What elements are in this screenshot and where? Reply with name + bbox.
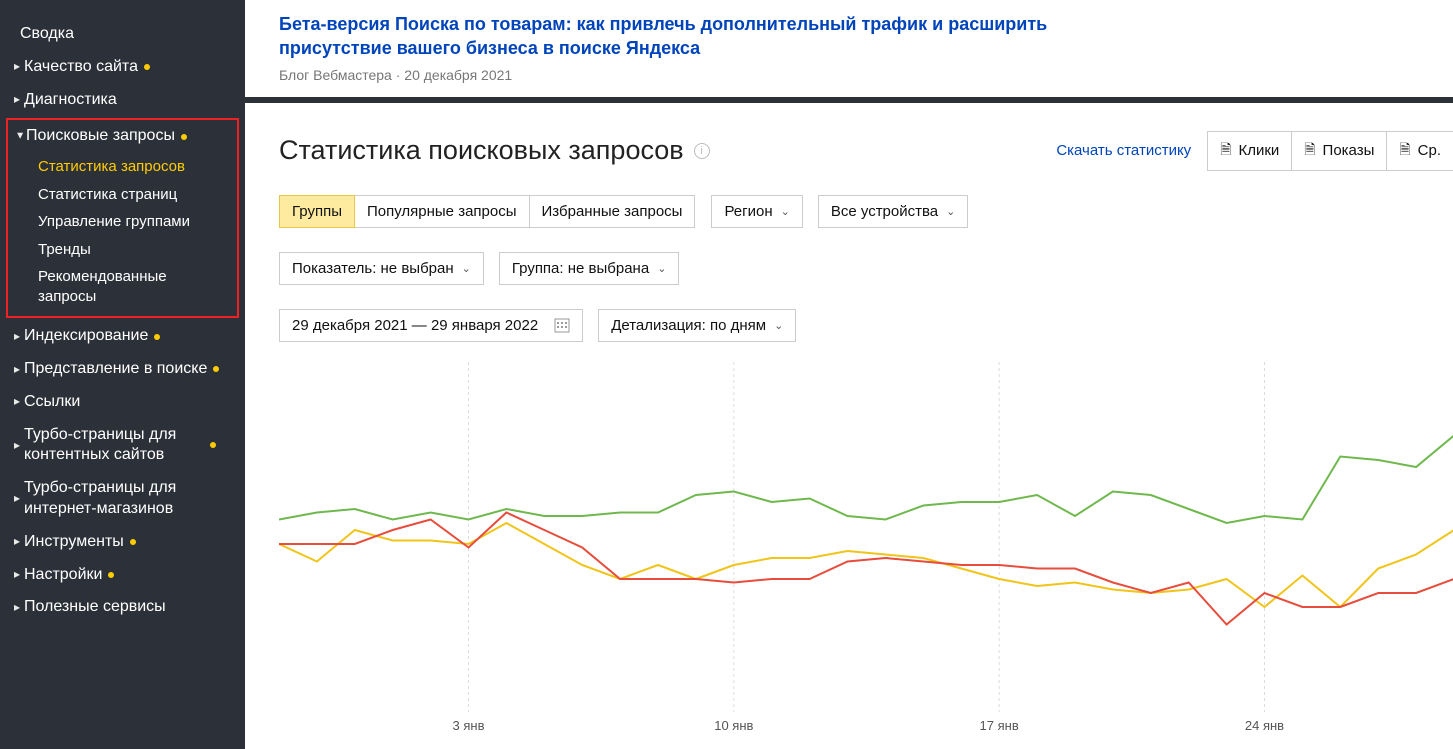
export-avg-button[interactable]: 🗎 Ср. <box>1386 131 1453 171</box>
document-icon: 🗎 <box>1304 139 1315 163</box>
banner-title: Бета-версия Поиска по товарам: как привл… <box>279 12 1109 61</box>
status-dot-icon <box>108 572 114 578</box>
query-tabs: Группы Популярные запросы Избранные запр… <box>279 195 695 228</box>
sidebar: Сводка ▸ Качество сайта ▸ Диагностика ▸ … <box>0 0 245 749</box>
chart-x-axis: 3 янв 10 янв 17 янв 24 янв <box>279 712 1453 742</box>
sidebar-item-turbo-ecom[interactable]: ▸ Турбо-страницы для интернет-магазинов <box>0 472 245 526</box>
sidebar-sub-recommended[interactable]: Рекомендованные запросы <box>8 263 237 310</box>
sidebar-group-search-queries: ▸ Поисковые запросы Статистика запросов … <box>6 118 239 318</box>
info-icon[interactable]: i <box>694 143 710 159</box>
caret-right-icon: ▸ <box>14 534 22 550</box>
x-tick: 24 янв <box>1245 718 1284 733</box>
sidebar-item-diagnostics[interactable]: ▸ Диагностика <box>0 84 245 117</box>
banner-meta: Блог Вебмастера · 20 декабря 2021 <box>279 67 1453 83</box>
region-select[interactable]: Регион ⌄ <box>711 195 802 228</box>
sidebar-item-quality[interactable]: ▸ Качество сайта <box>0 51 245 84</box>
caret-right-icon: ▸ <box>14 567 22 583</box>
caret-down-icon: ▸ <box>12 133 28 141</box>
date-range-picker[interactable]: 29 декабря 2021 — 29 января 2022 <box>279 309 583 342</box>
document-icon: 🗎 <box>1220 139 1231 163</box>
caret-right-icon: ▸ <box>14 491 22 507</box>
sidebar-item-links[interactable]: ▸ Ссылки <box>0 386 245 419</box>
status-dot-icon <box>144 64 150 70</box>
status-dot-icon <box>210 442 216 448</box>
export-shows-button[interactable]: 🗎 Показы <box>1291 131 1387 171</box>
caret-right-icon: ▸ <box>14 600 22 616</box>
chevron-down-icon: ⌄ <box>462 262 471 275</box>
document-icon: 🗎 <box>1399 139 1410 163</box>
tab-popular[interactable]: Популярные запросы <box>354 195 530 228</box>
chevron-down-icon: ⌄ <box>946 205 955 218</box>
chevron-down-icon: ⌄ <box>774 319 783 332</box>
sidebar-item-summary[interactable]: Сводка <box>0 18 245 51</box>
page-title: Статистика поисковых запросов <box>279 135 684 166</box>
sidebar-item-turbo-content[interactable]: ▸ Турбо-страницы для контентных сайтов <box>0 419 245 473</box>
sidebar-item-presentation[interactable]: ▸ Представление в поиске <box>0 353 245 386</box>
caret-right-icon: ▸ <box>14 92 22 108</box>
chevron-down-icon: ⌄ <box>781 205 790 218</box>
news-banner[interactable]: Бета-версия Поиска по товарам: как привл… <box>245 0 1453 103</box>
sidebar-item-tools[interactable]: ▸ Инструменты <box>0 526 245 559</box>
export-clicks-button[interactable]: 🗎 Клики <box>1207 131 1292 171</box>
sidebar-item-search-queries[interactable]: ▸ Поисковые запросы <box>8 120 237 153</box>
sidebar-item-services[interactable]: ▸ Полезные сервисы <box>0 591 245 624</box>
sidebar-sub-page-stats[interactable]: Статистика страниц <box>8 181 237 209</box>
status-dot-icon <box>154 334 160 340</box>
status-dot-icon <box>181 134 187 140</box>
download-stats-link[interactable]: Скачать статистику <box>1056 142 1191 159</box>
caret-right-icon: ▸ <box>14 59 22 75</box>
status-dot-icon <box>130 539 136 545</box>
caret-right-icon: ▸ <box>14 362 22 378</box>
chart-container: 3 янв 10 янв 17 янв 24 янв <box>279 362 1453 742</box>
x-tick: 3 янв <box>453 718 485 733</box>
tab-groups[interactable]: Группы <box>279 195 355 228</box>
tab-favorites[interactable]: Избранные запросы <box>529 195 696 228</box>
sidebar-sub-query-stats[interactable]: Статистика запросов <box>8 153 237 181</box>
sidebar-item-settings[interactable]: ▸ Настройки <box>0 559 245 592</box>
status-dot-icon <box>213 366 219 372</box>
x-tick: 17 янв <box>980 718 1019 733</box>
group-select[interactable]: Группа: не выбрана ⌄ <box>499 252 680 285</box>
indicator-select[interactable]: Показатель: не выбран ⌄ <box>279 252 484 285</box>
line-chart <box>279 362 1453 712</box>
caret-right-icon: ▸ <box>14 394 22 410</box>
caret-right-icon: ▸ <box>14 438 22 454</box>
x-tick: 10 янв <box>714 718 753 733</box>
caret-right-icon: ▸ <box>14 329 22 345</box>
devices-select[interactable]: Все устройства ⌄ <box>818 195 969 228</box>
chevron-down-icon: ⌄ <box>657 262 666 275</box>
sidebar-item-indexing[interactable]: ▸ Индексирование <box>0 320 245 353</box>
sidebar-sub-trends[interactable]: Тренды <box>8 236 237 264</box>
calendar-icon <box>554 317 570 333</box>
main-content: Бета-версия Поиска по товарам: как привл… <box>245 0 1453 749</box>
detail-select[interactable]: Детализация: по дням ⌄ <box>598 309 796 342</box>
sidebar-sub-manage-groups[interactable]: Управление группами <box>8 208 237 236</box>
